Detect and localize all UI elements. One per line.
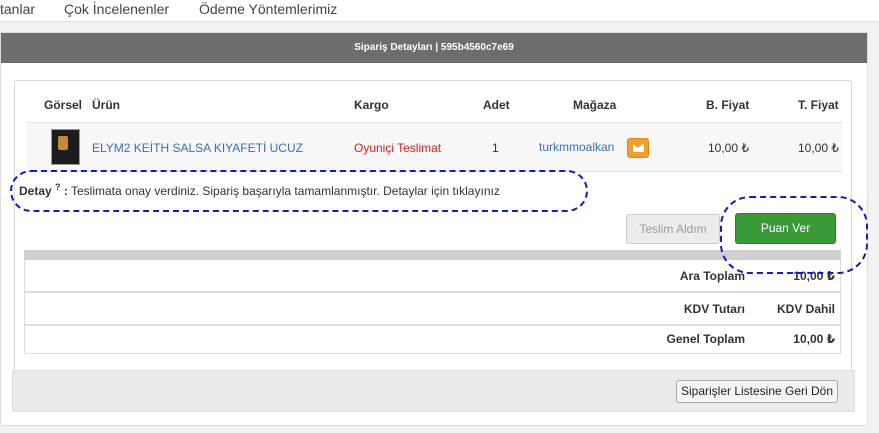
- product-thumbnail[interactable]: [51, 129, 80, 165]
- nav-item-most-reviewed[interactable]: Çok İncelenenler: [64, 0, 169, 18]
- cargo-value: Oyuniçi Teslimat: [354, 141, 442, 155]
- nav-item-payment-methods[interactable]: Ödeme Yöntemlerimiz: [199, 0, 337, 18]
- qty-value: 1: [492, 141, 499, 155]
- header-image: Görsel: [44, 98, 83, 112]
- totals-header-bar: [24, 250, 841, 260]
- vat-value: KDV Dahil: [776, 302, 835, 316]
- nav-item-tanlar[interactable]: tanlar: [0, 0, 35, 18]
- panel-footer: Siparişler Listesine Geri Dön: [12, 370, 855, 412]
- panel-title: Sipariş Detayları | 595b4560c7e69: [1, 33, 867, 63]
- header-unit-price: B. Fiyat: [706, 98, 750, 112]
- header-store: Mağaza: [573, 98, 617, 112]
- grand-total-row: Genel Toplam 10,00 ₺: [24, 325, 841, 354]
- subtotal-row: Ara Toplam 10,00 ₺: [24, 260, 841, 292]
- header-qty: Adet: [483, 98, 510, 112]
- unit-price-value: 10,00 ₺: [708, 141, 749, 155]
- product-link[interactable]: ELYM2 KEİTH SALSA KIYAFETİ UCUZ: [92, 141, 303, 155]
- total-price-value: 10,00 ₺: [798, 141, 839, 155]
- envelope-icon: [633, 144, 644, 152]
- header-product: Ürün: [92, 98, 120, 112]
- header-cargo: Kargo: [354, 98, 389, 112]
- back-to-orders-button[interactable]: Siparişler Listesine Geri Dön: [676, 380, 838, 403]
- top-navigation: tanlar Çok İncelenenler Ödeme Yöntemleri…: [0, 0, 879, 22]
- vat-label: KDV Tutarı: [683, 302, 745, 316]
- totals-table: Ara Toplam 10,00 ₺ KDV Tutarı KDV Dahil …: [24, 250, 841, 354]
- header-total-price: T. Fiyat: [798, 98, 839, 112]
- grand-total-label: Genel Toplam: [666, 332, 745, 346]
- subtotal-label: Ara Toplam: [679, 269, 745, 283]
- grand-total-value: 10,00 ₺: [793, 332, 835, 346]
- table-row: ELYM2 KEİTH SALSA KIYAFETİ UCUZ Oyuniçi …: [27, 122, 842, 172]
- vat-row: KDV Tutarı KDV Dahil: [24, 292, 841, 325]
- received-button[interactable]: Teslim Aldım: [626, 214, 720, 244]
- annotation-oval-detail: [10, 170, 588, 212]
- store-link[interactable]: turkmmoalkan: [539, 140, 614, 154]
- annotation-oval-rate: [720, 196, 868, 274]
- message-store-button[interactable]: [627, 138, 649, 158]
